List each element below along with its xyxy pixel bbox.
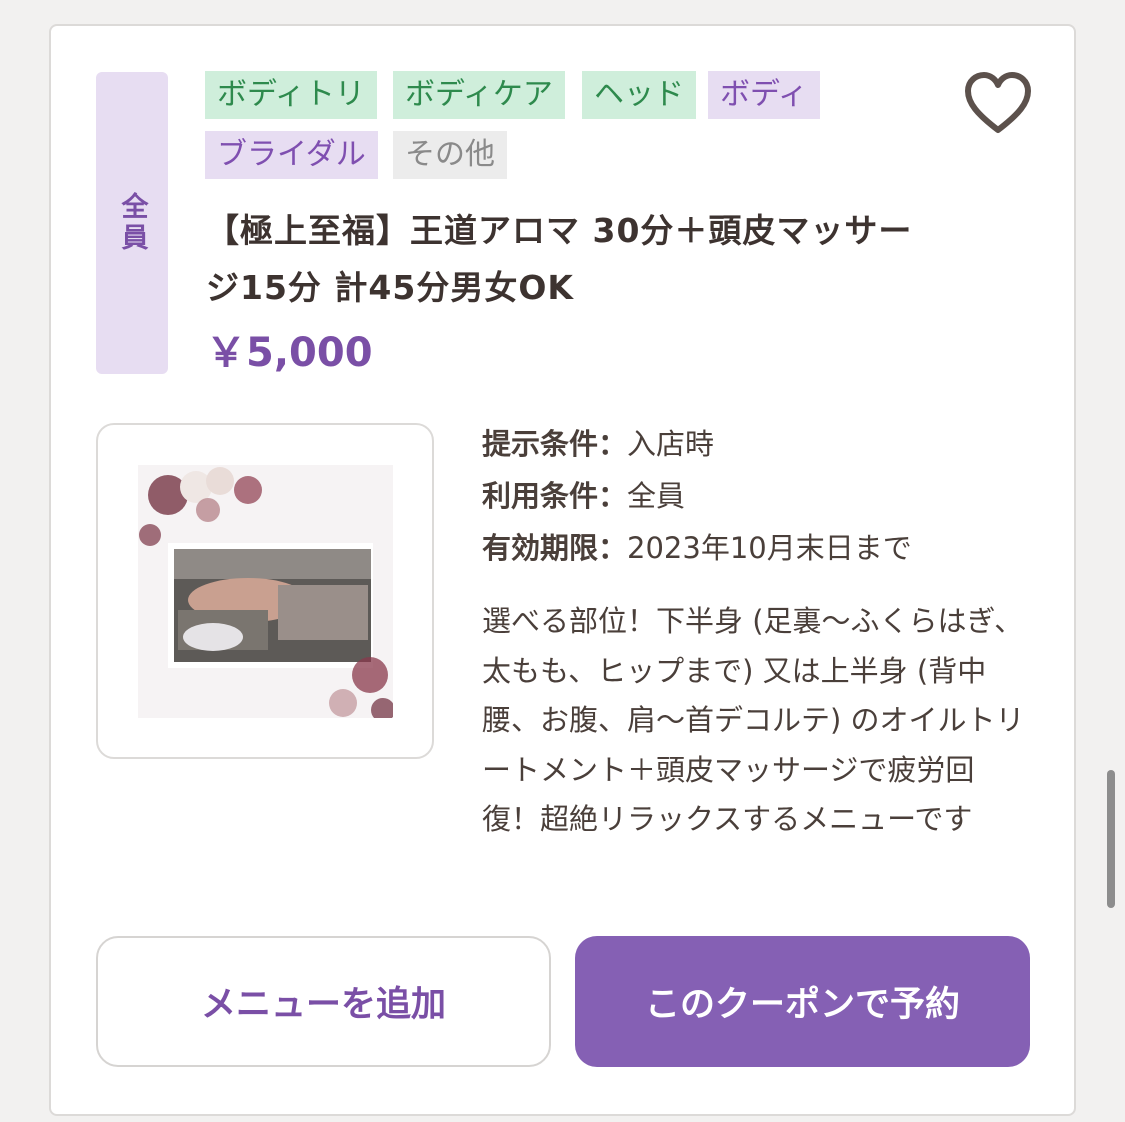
tag-body: ボディ — [708, 71, 820, 119]
coupon-conditions: 提示条件：入店時 利用条件：全員 有効期限：2023年10月末日まで — [482, 418, 1042, 574]
scrollbar-thumb[interactable] — [1107, 770, 1115, 908]
condition-usage: 利用条件：全員 — [482, 470, 1042, 522]
coupon-price: ￥5,000 — [206, 330, 373, 376]
condition-value: 全員 — [627, 479, 686, 513]
coupon-title: 【極上至福】王道アロマ 30分＋頭皮マッサージ15分 計45分男女OK — [206, 211, 913, 307]
tag-body-care: ボディケア — [393, 71, 565, 119]
tag-other: その他 — [393, 131, 507, 179]
target-badge-label: 全員 — [116, 192, 148, 254]
target-badge: 全員 — [96, 72, 168, 374]
condition-label: 提示条件： — [482, 427, 628, 461]
condition-value: 2023年10月末日まで — [627, 531, 912, 565]
coupon-photo — [138, 465, 393, 718]
condition-value: 入店時 — [627, 427, 715, 461]
coupon-description: 選べる部位！下半身 (足裏〜ふくらはぎ、太もも、ヒップまで) 又は上半身 (背中… — [482, 604, 1025, 836]
book-with-coupon-button[interactable]: このクーポンで予約 — [575, 936, 1030, 1067]
tag-body-treatment: ボディトリ — [205, 71, 377, 119]
tag-head: ヘッド — [582, 71, 696, 119]
condition-label: 有効期限： — [482, 531, 628, 565]
tag-bridal: ブライダル — [205, 131, 378, 179]
condition-label: 利用条件： — [482, 479, 628, 513]
condition-expiry: 有効期限：2023年10月末日まで — [482, 522, 1042, 574]
massage-photo-image — [138, 465, 393, 718]
condition-presentation: 提示条件：入店時 — [482, 418, 1042, 470]
add-menu-button[interactable]: メニューを追加 — [96, 936, 551, 1067]
heart-outline-icon[interactable] — [963, 70, 1033, 136]
coupon-photo-frame — [96, 423, 434, 759]
